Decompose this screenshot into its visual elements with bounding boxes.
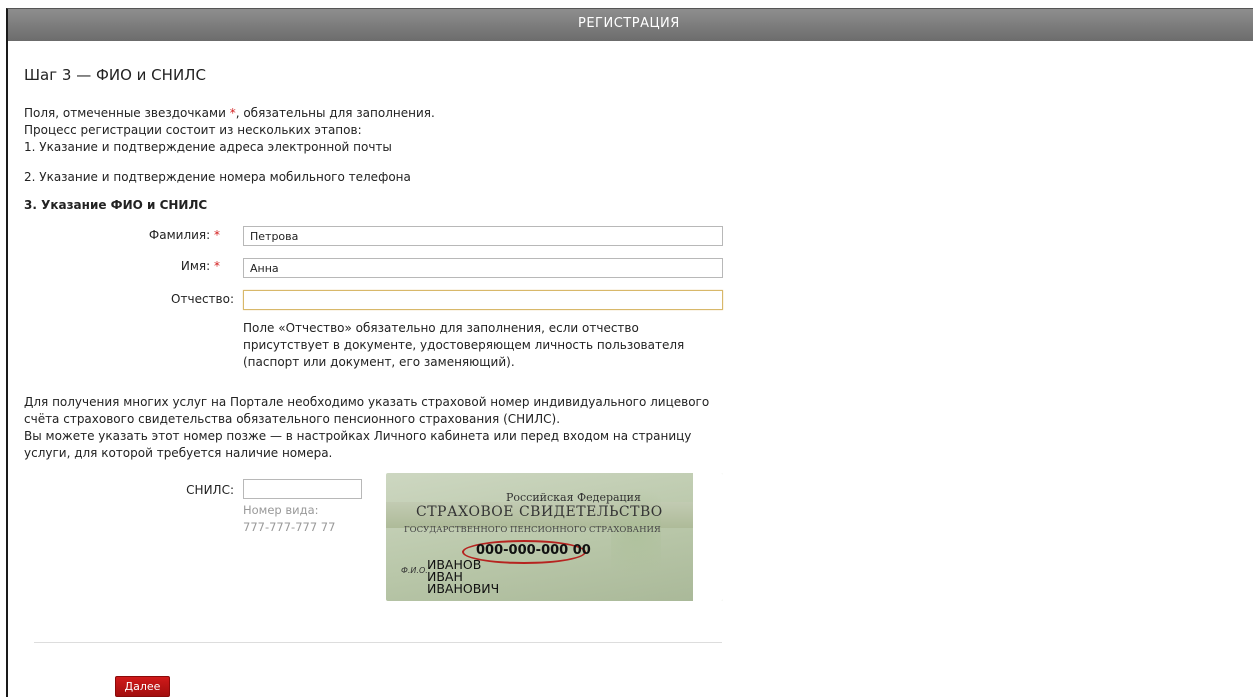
process-note: Процесс регистрации состоит из нескольки…	[24, 123, 362, 137]
step-title: Шаг 3 — ФИО и СНИЛС	[24, 66, 206, 84]
required-note: Поля, отмеченные звездочками *, обязател…	[24, 105, 435, 122]
snils-hint-example: 777-777-777 77	[243, 520, 336, 534]
card-fio-label: Ф.И.О.	[401, 566, 428, 575]
divider	[34, 642, 722, 643]
card-white-edge	[693, 473, 723, 601]
surname-label-text: Фамилия:	[148, 228, 211, 242]
surname-required-star: *	[214, 228, 220, 242]
snils-info-paragraph-2: Вы можете указать этот номер позже — в н…	[24, 429, 692, 460]
patronymic-label-text: Отчество:	[171, 292, 234, 306]
name-label: Имя: *	[100, 259, 220, 273]
snils-label-text: СНИЛС:	[186, 483, 234, 497]
patronymic-label: Отчество:	[114, 292, 234, 306]
card-country: Российская Федерация	[506, 491, 641, 504]
header-title: РЕГИСТРАЦИЯ	[578, 16, 680, 31]
snils-info-paragraph-1: Для получения многих услуг на Портале не…	[24, 395, 710, 426]
card-subtitle: ГОСУДАРСТВЕННОГО ПЕНСИОННОГО СТРАХОВАНИЯ	[404, 525, 661, 535]
name-input[interactable]	[243, 258, 723, 278]
snils-info: Для получения многих услуг на Портале не…	[24, 394, 724, 462]
name-required-star: *	[214, 259, 220, 273]
snils-format-hint: Номер вида: 777-777-777 77	[243, 502, 335, 536]
patronymic-hint: Поле «Отчество» обязательно для заполнен…	[243, 321, 685, 369]
snils-card-image: Российская Федерация СТРАХОВОЕ СВИДЕТЕЛЬ…	[386, 473, 723, 601]
step-item-phone: 2. Указание и подтверждение номера мобил…	[24, 170, 411, 184]
required-note-text: Поля, отмеченные звездочками	[24, 106, 230, 120]
snils-label: СНИЛС:	[114, 483, 234, 497]
required-note-text-end: , обязательны для заполнения.	[235, 106, 435, 120]
name-label-text: Имя:	[180, 259, 211, 273]
card-fio: ИВАНОВ ИВАН ИВАНОВИЧ	[427, 558, 500, 596]
header-bar: РЕГИСТРАЦИЯ	[8, 9, 1253, 41]
step-item-fio-snils: 3. Указание ФИО и СНИЛС	[24, 198, 208, 212]
card-number: 000-000-000 00	[476, 543, 591, 558]
snils-input[interactable]	[243, 479, 362, 499]
card-fio-patronymic: ИВАНОВИЧ	[427, 581, 500, 596]
step-item-email: 1. Указание и подтверждение адреса элект…	[24, 140, 392, 154]
surname-label: Фамилия: *	[100, 228, 220, 242]
intro-text: Поля, отмеченные звездочками *, обязател…	[24, 105, 435, 139]
card-title: СТРАХОВОЕ СВИДЕТЕЛЬСТВО	[416, 504, 663, 520]
snils-hint-title: Номер вида:	[243, 503, 319, 517]
next-button[interactable]: Далее	[115, 676, 170, 697]
surname-input[interactable]	[243, 226, 723, 246]
patronymic-input[interactable]	[243, 290, 723, 310]
